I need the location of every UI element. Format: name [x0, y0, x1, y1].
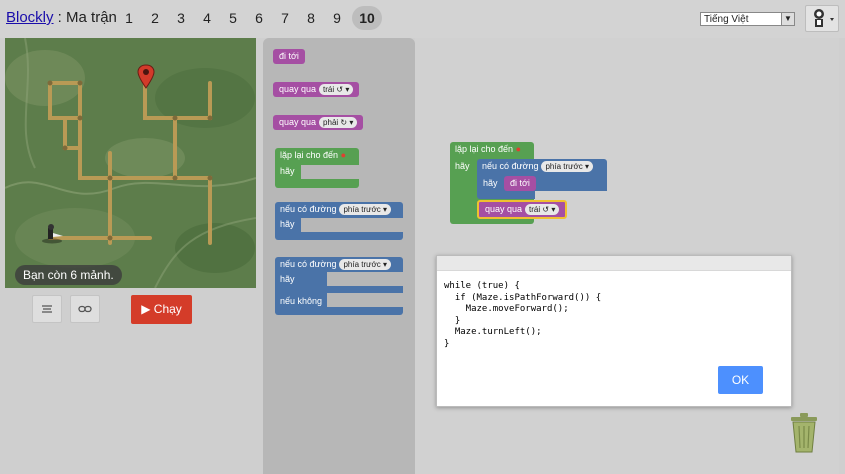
direction-dropdown[interactable]: phải ↻ ▾ [319, 117, 358, 128]
statement-slot [327, 272, 403, 286]
direction-dropdown[interactable]: trái ↺ ▾ [525, 204, 560, 215]
block-label: nếu có đường [280, 204, 337, 214]
statement-slot [301, 165, 359, 179]
code-line: if (Maze.isPathForward()) { [444, 292, 602, 303]
heading-separator: : [53, 9, 67, 26]
level-link[interactable]: 2 [142, 6, 168, 30]
else-label: nếu không [280, 296, 323, 306]
block-label: quay qua [279, 84, 317, 94]
notch-gap [535, 191, 607, 199]
block-label: lặp lại cho đến [280, 150, 339, 160]
level-link[interactable]: 3 [168, 6, 194, 30]
pieces-remaining: Bạn còn 6 mảnh. [15, 265, 122, 285]
workspace-if-block[interactable]: nếu có đường phía trước ▾ hãy [477, 159, 607, 199]
goal-marker-icon: ● [340, 150, 346, 160]
dropdown-value: phía trước [545, 162, 583, 171]
generated-code: while (true) { if (Maze.isPathForward())… [444, 281, 791, 350]
workspace-move-forward-block[interactable]: đi tới [504, 176, 536, 191]
level-link[interactable]: 9 [324, 6, 350, 30]
link-icon [78, 305, 92, 313]
run-button[interactable]: ▶ Chạy [131, 295, 192, 324]
do-label: hãy [280, 166, 295, 176]
goal-marker-icon [137, 64, 155, 89]
move-forward-block[interactable]: đi tới [273, 49, 305, 64]
level-link[interactable]: 7 [272, 6, 298, 30]
language-value: Tiếng Việt [704, 14, 749, 25]
do-label: hãy [455, 161, 470, 171]
if-path-block[interactable]: nếu có đường phía trước ▾ hãy [275, 202, 403, 240]
level-selector: 1 2 3 4 5 6 7 8 9 10 [116, 6, 382, 30]
path-dropdown[interactable]: phía trước ▾ [541, 161, 593, 172]
trash-icon[interactable] [787, 411, 821, 455]
header-bar: Blockly : Ma trận 1 2 3 4 5 6 7 8 9 10 T… [0, 0, 845, 38]
turn-right-block[interactable]: quay qua phải ↻ ▾ [273, 115, 364, 130]
blockly-link[interactable]: Blockly [6, 9, 54, 26]
block-label-row: lặp lại cho đến ● [275, 148, 359, 162]
block-label: đi tới [510, 178, 530, 188]
dropdown-value: phía trước [343, 260, 381, 269]
goal-marker-icon: ● [515, 144, 521, 154]
maze-map [5, 38, 256, 288]
dropdown-value: phía trước [343, 205, 381, 214]
block-label-row: nếu có đường phía trước ▾ [275, 202, 403, 217]
workspace-turn-left-block[interactable]: quay qua trái ↺ ▾ [477, 200, 568, 219]
block-label: nếu có đường [280, 259, 337, 269]
play-icon: ▶ [141, 302, 151, 316]
code-line: Maze.moveForward(); [444, 304, 569, 314]
dropdown-value: phải ↻ [323, 118, 348, 127]
code-icon [42, 305, 52, 313]
dropdown-value: trái ↺ [323, 85, 344, 94]
code-line: } [444, 338, 450, 349]
run-label: Chạy [153, 302, 182, 316]
dialog-header [437, 256, 791, 271]
level-link[interactable]: 4 [194, 6, 220, 30]
chevron-down-icon: ▼ [781, 13, 794, 25]
if-else-path-block[interactable]: nếu có đường phía trước ▾ hãy nếu không [275, 257, 403, 315]
pegman-button[interactable] [805, 5, 839, 32]
block-label-row: lặp lại cho đến ● [450, 142, 534, 156]
do-label: hãy [280, 219, 295, 229]
block-label: nếu có đường [482, 161, 539, 171]
level-link[interactable]: 6 [246, 6, 272, 30]
pegman-icon [42, 224, 63, 244]
block-label: quay qua [279, 117, 317, 127]
toolbox-flyout [263, 38, 415, 474]
statement-slot [301, 218, 403, 232]
path-dropdown[interactable]: phía trước ▾ [339, 259, 391, 270]
show-code-button[interactable] [32, 295, 62, 323]
level-link[interactable]: 1 [116, 6, 142, 30]
do-label: hãy [483, 178, 498, 188]
do-label: hãy [280, 274, 295, 284]
language-select[interactable]: Tiếng Việt ▼ [700, 12, 795, 26]
link-button[interactable] [70, 295, 100, 323]
block-label-row: nếu có đường phía trước ▾ [477, 159, 607, 174]
code-line: Maze.turnLeft(); [444, 327, 542, 337]
code-line: while (true) { [444, 281, 520, 291]
maze-board: Bạn còn 6 mảnh. [5, 38, 256, 288]
block-label: lặp lại cho đến [455, 144, 514, 154]
path-dropdown[interactable]: phía trước ▾ [339, 204, 391, 215]
level-link[interactable]: 8 [298, 6, 324, 30]
block-label: quay qua [485, 204, 523, 214]
direction-dropdown[interactable]: trái ↺ ▾ [319, 84, 354, 95]
turn-left-block[interactable]: quay qua trái ↺ ▾ [273, 82, 360, 97]
code-line: } [444, 315, 461, 326]
block-label-row: nếu có đường phía trước ▾ [275, 257, 403, 272]
statement-slot [327, 293, 403, 307]
repeat-until-block[interactable]: lặp lại cho đến ● hãy [275, 148, 359, 188]
pegman-icon [814, 9, 834, 27]
level-link[interactable]: 5 [220, 6, 246, 30]
page-title: Ma trận [66, 9, 117, 26]
dropdown-value: trái ↺ [529, 205, 550, 214]
ok-button[interactable]: OK [718, 366, 763, 394]
page-heading: Blockly : Ma trận [6, 9, 117, 26]
block-label: đi tới [279, 51, 299, 61]
level-current[interactable]: 10 [352, 6, 382, 30]
